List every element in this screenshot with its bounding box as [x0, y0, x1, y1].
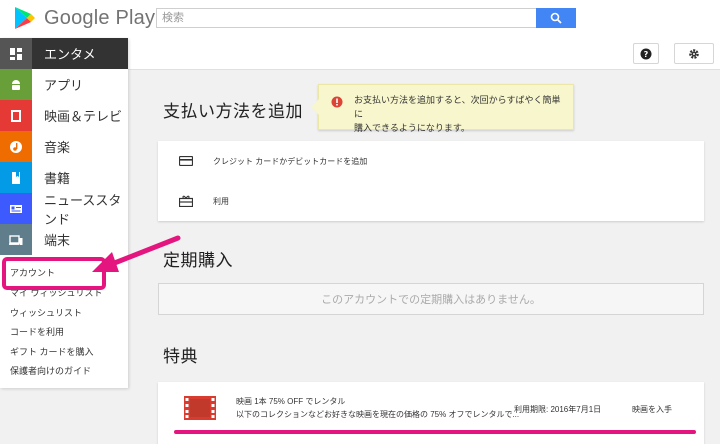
- top-bar: Google Play: [0, 0, 720, 38]
- sidebar-item-apps[interactable]: アプリ: [0, 69, 128, 100]
- gear-icon: [689, 48, 699, 59]
- perk-description: 以下のコレクションなどお好きな映画を現在の価格の 75% オフでレンタルで...: [236, 410, 520, 419]
- search-icon: [550, 12, 562, 24]
- sidebar-item-label: 書籍: [44, 171, 71, 186]
- play-logo-icon: [15, 7, 35, 29]
- google-play-logo[interactable]: Google Play: [14, 6, 155, 30]
- sidebar-item-devices[interactable]: 端末: [0, 224, 128, 255]
- android-icon: [0, 69, 32, 100]
- perk-expiry: 利用期限: 2016年7月1日: [514, 405, 602, 414]
- sidebar-item-books[interactable]: 書籍: [0, 162, 128, 193]
- redeem-row[interactable]: 利用: [158, 181, 704, 221]
- film-icon: [0, 100, 32, 131]
- redeem-label: 利用: [213, 196, 229, 206]
- help-icon: ?: [640, 48, 652, 59]
- perks-section-title: 特典: [163, 347, 198, 366]
- perk-title: 映画 1本 75% OFF でレンタル: [236, 397, 346, 406]
- parent-guide-link[interactable]: 保護者向けのガイド: [10, 364, 91, 377]
- sidebar-item-label: エンタメ: [44, 47, 96, 62]
- sidebar-item-music[interactable]: 音楽: [0, 131, 128, 162]
- apps-icon: [0, 38, 32, 69]
- payment-tooltip: お支払い方法を追加すると、次回からすばやく簡単に 購入できるようになります。: [311, 84, 574, 133]
- sidebar-item-label: 映画＆テレビ: [44, 109, 123, 124]
- search-input[interactable]: [156, 8, 536, 28]
- film-icon: [184, 396, 216, 425]
- music-icon: [0, 131, 32, 162]
- perk-card: 映画 1本 75% OFF でレンタル 以下のコレクションなどお好きな映画を現在…: [158, 382, 704, 444]
- sub-toolbar: [128, 38, 720, 70]
- account-highlight-box: [2, 257, 106, 290]
- sidebar-item-label: 端末: [44, 233, 71, 248]
- annotation-underline: [174, 430, 696, 434]
- sidebar-item-newsstand[interactable]: ニューススタンド: [0, 193, 128, 227]
- sidebar-item-label: 音楽: [44, 140, 71, 155]
- gift-card-icon: [158, 195, 213, 207]
- add-card-row[interactable]: クレジット カードかデビットカードを追加: [158, 141, 704, 181]
- logo-text: Google Play: [44, 6, 156, 29]
- devices-icon: [0, 224, 32, 255]
- credit-card-icon: [158, 156, 213, 166]
- news-icon: [0, 193, 32, 224]
- add-card-label: クレジット カードかデビットカードを追加: [213, 156, 368, 166]
- sidebar-item-label: ニューススタンド: [44, 192, 122, 227]
- no-subscriptions-message: このアカウントでの定期購入はありません。: [158, 283, 704, 315]
- search-button[interactable]: [536, 8, 576, 28]
- sidebar-item-movies-tv[interactable]: 映画＆テレビ: [0, 100, 128, 131]
- wishlist-link[interactable]: ウィッシュリスト: [10, 306, 82, 319]
- sidebar-item-entertainment[interactable]: エンタメ: [0, 38, 128, 69]
- help-button[interactable]: ?: [633, 43, 659, 64]
- settings-button[interactable]: [674, 43, 714, 64]
- payment-section-title: 支払い方法を追加: [163, 102, 303, 121]
- get-movie-link[interactable]: 映画を入手: [632, 404, 672, 415]
- svg-text:?: ?: [644, 50, 649, 59]
- subscriptions-section-title: 定期購入: [163, 251, 233, 270]
- redeem-code-link[interactable]: コードを利用: [10, 325, 64, 338]
- payment-card: クレジット カードかデビットカードを追加 利用: [158, 141, 704, 221]
- alert-icon: [331, 96, 343, 112]
- sidebar-item-label: アプリ: [44, 78, 84, 93]
- tooltip-line-2: 購入できるようになります。: [354, 123, 470, 133]
- tooltip-line-1: お支払い方法を追加すると、次回からすばやく簡単に: [354, 95, 561, 119]
- book-icon: [0, 162, 32, 193]
- sidebar: エンタメ アプリ 映画＆テレビ 音楽 書籍 ニューススタンド 端末 アカウント …: [0, 38, 128, 388]
- buy-gift-card-link[interactable]: ギフト カードを購入: [10, 345, 94, 358]
